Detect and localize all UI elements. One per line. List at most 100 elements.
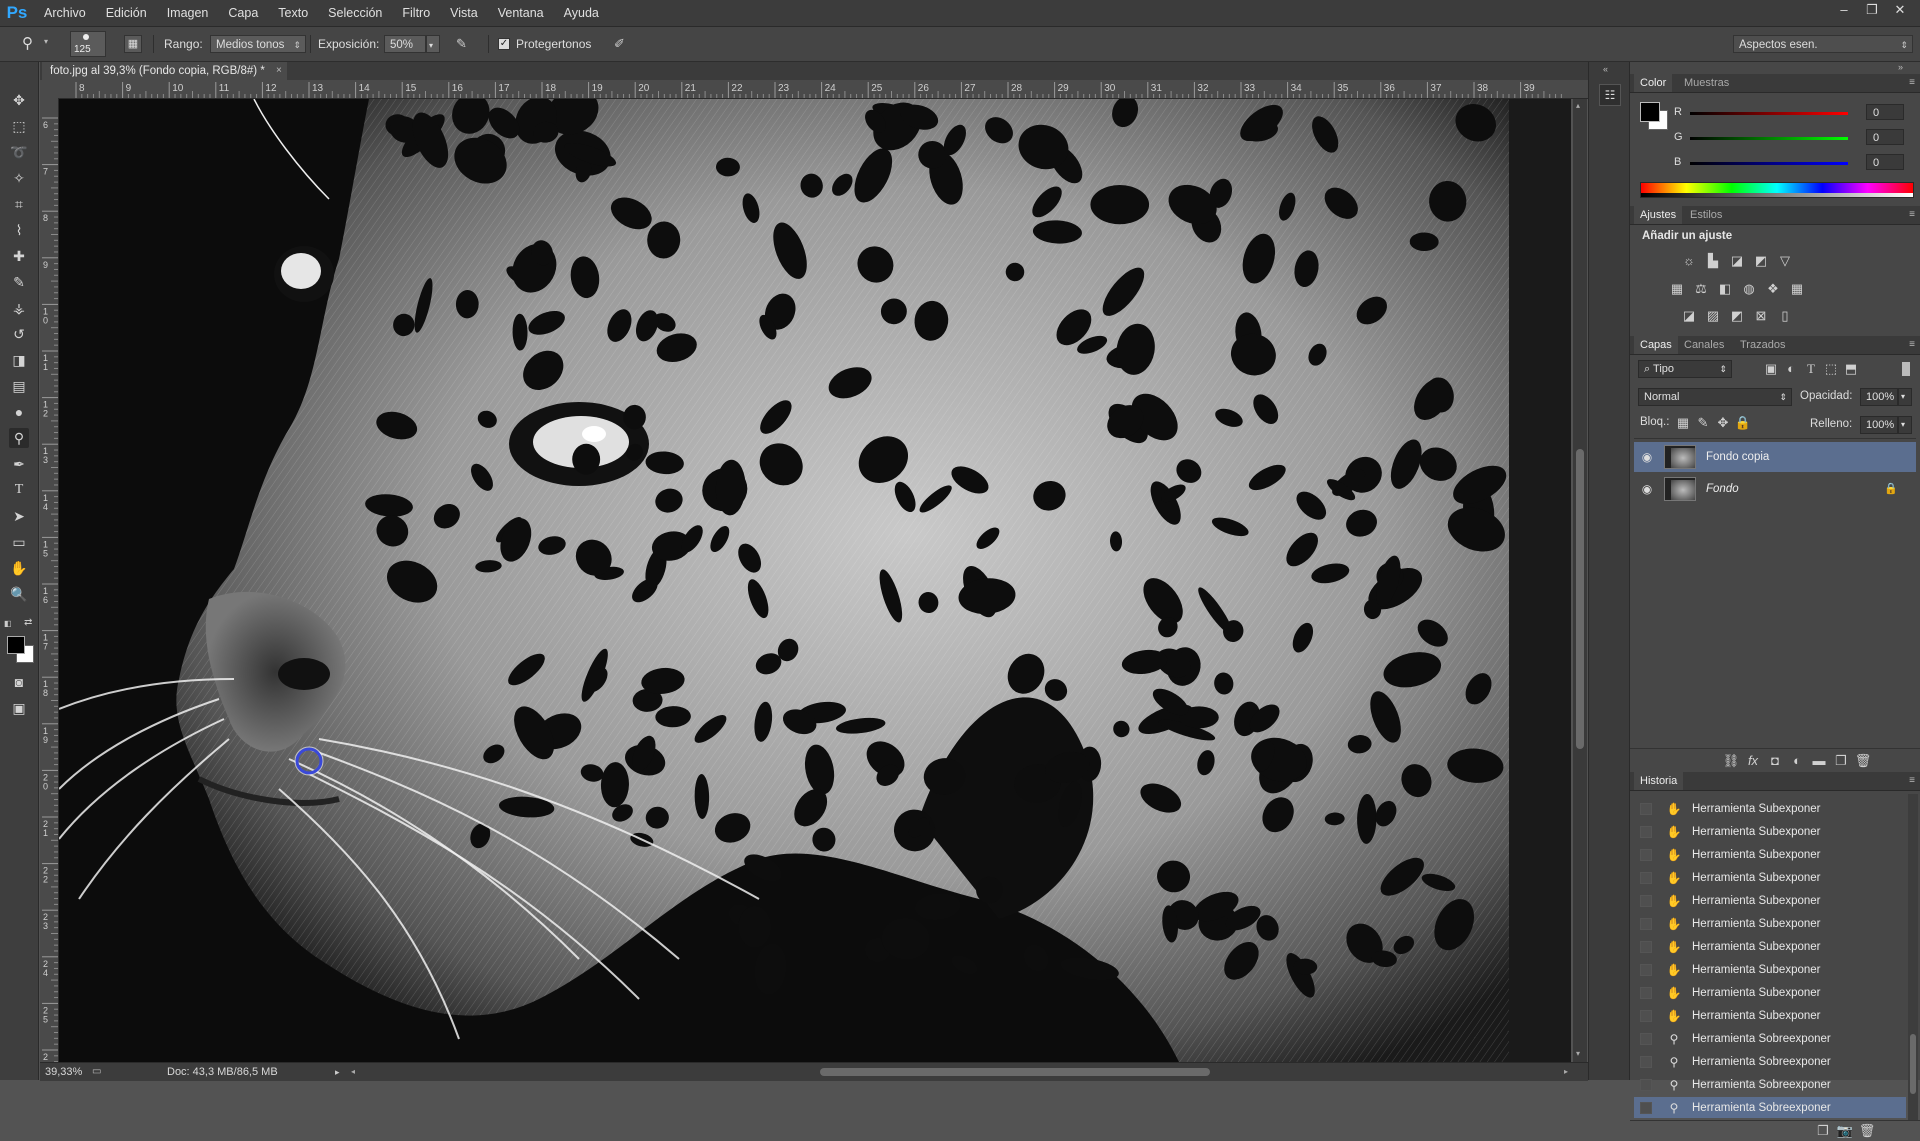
blur-tool-icon[interactable]: ● bbox=[9, 402, 29, 422]
tab-swatches[interactable]: Muestras bbox=[1678, 74, 1735, 92]
close-window-button[interactable]: ✕ bbox=[1886, 0, 1914, 22]
blend-mode-select[interactable]: Normal ⇕ bbox=[1638, 388, 1792, 406]
tab-history[interactable]: Historia bbox=[1634, 772, 1684, 790]
filter-toggle[interactable] bbox=[1902, 362, 1910, 376]
foreground-color-swatch[interactable] bbox=[7, 636, 25, 654]
hand-tool-icon[interactable]: ✋ bbox=[9, 558, 29, 578]
history-source-checkbox[interactable] bbox=[1640, 964, 1652, 976]
expand-panels-icon[interactable]: » bbox=[1898, 62, 1903, 72]
collapse-dock-icon[interactable]: « bbox=[1603, 64, 1608, 74]
layer-row[interactable]: ◉ Fondo 🔒 bbox=[1634, 474, 1916, 504]
tab-color[interactable]: Color bbox=[1634, 74, 1673, 92]
red-slider[interactable] bbox=[1690, 112, 1848, 115]
protect-tones-checkbox[interactable]: ✓ bbox=[498, 38, 510, 50]
history-source-checkbox[interactable] bbox=[1640, 872, 1652, 884]
minimize-button[interactable]: – bbox=[1830, 0, 1858, 22]
gradient-tool-icon[interactable]: ▤ bbox=[9, 376, 29, 396]
lock-pixels-icon[interactable]: ✎ bbox=[1694, 414, 1712, 432]
delete-state-icon[interactable]: 🗑 bbox=[1858, 1122, 1876, 1140]
black-white-icon[interactable]: ◧ bbox=[1716, 280, 1734, 298]
close-tab-icon[interactable]: × bbox=[276, 62, 282, 80]
history-item[interactable]: ⚲ Herramienta Sobreexponer bbox=[1634, 1097, 1906, 1118]
fill-input[interactable]: 100% bbox=[1860, 416, 1898, 434]
levels-icon[interactable]: ▙ bbox=[1704, 252, 1722, 270]
layer-row[interactable]: ◉ Fondo copia bbox=[1634, 442, 1916, 472]
layer-name[interactable]: Fondo bbox=[1706, 474, 1739, 504]
vertical-scroll-thumb[interactable] bbox=[1576, 449, 1584, 749]
photo-filter-icon[interactable]: ◍ bbox=[1740, 280, 1758, 298]
history-item[interactable]: ✋ Herramienta Subexponer bbox=[1634, 936, 1906, 958]
document-tab[interactable]: foto.jpg al 39,3% (Fondo copia, RGB/8#) … bbox=[42, 62, 287, 80]
selective-color-icon[interactable]: ⊠ bbox=[1752, 307, 1770, 325]
menu-seleccion[interactable]: Selección bbox=[318, 0, 392, 26]
lock-position-icon[interactable]: ✥ bbox=[1714, 414, 1732, 432]
restore-button[interactable]: ❐ bbox=[1858, 0, 1886, 22]
new-adjustment-layer-icon[interactable]: ◐ bbox=[1788, 752, 1806, 770]
history-item[interactable]: ✋ Herramienta Subexponer bbox=[1634, 959, 1906, 981]
pressure-size-icon[interactable]: ✐ bbox=[614, 35, 634, 53]
brightness-contrast-icon[interactable]: ☼ bbox=[1680, 252, 1698, 270]
history-item[interactable]: ⚲ Herramienta Sobreexponer bbox=[1634, 1051, 1906, 1073]
exposure-input[interactable]: 50% bbox=[384, 35, 426, 53]
workspace-select[interactable]: Aspectos esen. ⇕ bbox=[1733, 35, 1913, 53]
history-item[interactable]: ⚲ Herramienta Sobreexponer bbox=[1634, 1028, 1906, 1050]
swap-colors-icon[interactable]: ⇄ bbox=[24, 617, 32, 628]
color-spectrum-ramp[interactable] bbox=[1640, 182, 1914, 198]
history-source-checkbox[interactable] bbox=[1640, 918, 1652, 930]
brush-panel-icon[interactable]: ▦ bbox=[124, 35, 142, 53]
filter-adjustment-icon[interactable]: ◐ bbox=[1782, 360, 1800, 378]
invert-icon[interactable]: ◪ bbox=[1680, 307, 1698, 325]
tab-adjustments[interactable]: Ajustes bbox=[1634, 206, 1683, 224]
history-source-checkbox[interactable] bbox=[1640, 1102, 1652, 1114]
hue-saturation-icon[interactable]: ▦ bbox=[1668, 280, 1686, 298]
panel-menu-icon[interactable]: ≡ bbox=[1909, 772, 1915, 790]
airbrush-icon[interactable]: ✎ bbox=[456, 35, 476, 53]
history-item[interactable]: ✋ Herramienta Subexponer bbox=[1634, 821, 1906, 843]
quick-select-tool-icon[interactable]: ✧ bbox=[9, 168, 29, 188]
green-slider[interactable] bbox=[1690, 137, 1848, 140]
menu-texto[interactable]: Texto bbox=[268, 0, 318, 26]
healing-brush-tool-icon[interactable]: ✚ bbox=[9, 246, 29, 266]
color-foreground-swatch[interactable] bbox=[1640, 102, 1660, 122]
tab-layers[interactable]: Capas bbox=[1634, 336, 1678, 354]
screen-mode-icon[interactable]: ▣ bbox=[9, 698, 29, 718]
history-source-checkbox[interactable] bbox=[1640, 895, 1652, 907]
add-mask-icon[interactable]: ◘ bbox=[1766, 752, 1784, 770]
filter-type-icon[interactable]: T bbox=[1802, 360, 1820, 378]
clone-stamp-tool-icon[interactable]: ⚶ bbox=[9, 298, 29, 318]
color-balance-icon[interactable]: ⚖ bbox=[1692, 280, 1710, 298]
history-source-checkbox[interactable] bbox=[1640, 826, 1652, 838]
eye-icon[interactable]: ◉ bbox=[1640, 482, 1654, 496]
zoom-level[interactable]: 39,33% bbox=[45, 1063, 82, 1081]
brush-tool-icon[interactable]: ✎ bbox=[9, 272, 29, 292]
menu-filtro[interactable]: Filtro bbox=[392, 0, 440, 26]
menu-ayuda[interactable]: Ayuda bbox=[554, 0, 609, 26]
exposure-dropdown[interactable]: ▾ bbox=[426, 35, 440, 53]
dodge-tool-icon[interactable]: ⚲ bbox=[22, 35, 40, 53]
brush-preset-picker[interactable]: 125 bbox=[70, 31, 106, 57]
new-layer-icon[interactable]: ❐ bbox=[1832, 752, 1850, 770]
opacity-dropdown[interactable]: ▾ bbox=[1898, 388, 1912, 406]
menu-capa[interactable]: Capa bbox=[218, 0, 268, 26]
filter-shape-icon[interactable]: ⬚ bbox=[1822, 360, 1840, 378]
scroll-right-icon[interactable]: ▸ bbox=[1564, 1063, 1568, 1081]
path-select-tool-icon[interactable]: ➤ bbox=[9, 506, 29, 526]
layer-name[interactable]: Fondo copia bbox=[1706, 442, 1769, 472]
history-source-checkbox[interactable] bbox=[1640, 1010, 1652, 1022]
create-snapshot-icon[interactable]: 📷 bbox=[1836, 1122, 1854, 1140]
horizontal-scroll-thumb[interactable] bbox=[820, 1068, 1210, 1076]
posterize-icon[interactable]: ▨ bbox=[1704, 307, 1722, 325]
filter-smart-object-icon[interactable]: ⬒ bbox=[1842, 360, 1860, 378]
document-canvas[interactable] bbox=[59, 99, 1571, 1062]
lasso-tool-icon[interactable]: ➰ bbox=[9, 142, 29, 162]
panel-menu-icon[interactable]: ≡ bbox=[1909, 336, 1915, 354]
scroll-down-icon[interactable]: ▾ bbox=[1576, 1049, 1580, 1058]
link-layers-icon[interactable]: ⛓ bbox=[1722, 752, 1740, 770]
pen-tool-icon[interactable]: ✒ bbox=[9, 454, 29, 474]
history-item[interactable]: ✋ Herramienta Subexponer bbox=[1634, 913, 1906, 935]
panel-menu-icon[interactable]: ≡ bbox=[1909, 206, 1915, 224]
history-source-checkbox[interactable] bbox=[1640, 1033, 1652, 1045]
new-group-icon[interactable]: ▬ bbox=[1810, 752, 1828, 770]
history-source-checkbox[interactable] bbox=[1640, 987, 1652, 999]
dodge-tool-icon[interactable]: ⚲ bbox=[9, 428, 29, 448]
